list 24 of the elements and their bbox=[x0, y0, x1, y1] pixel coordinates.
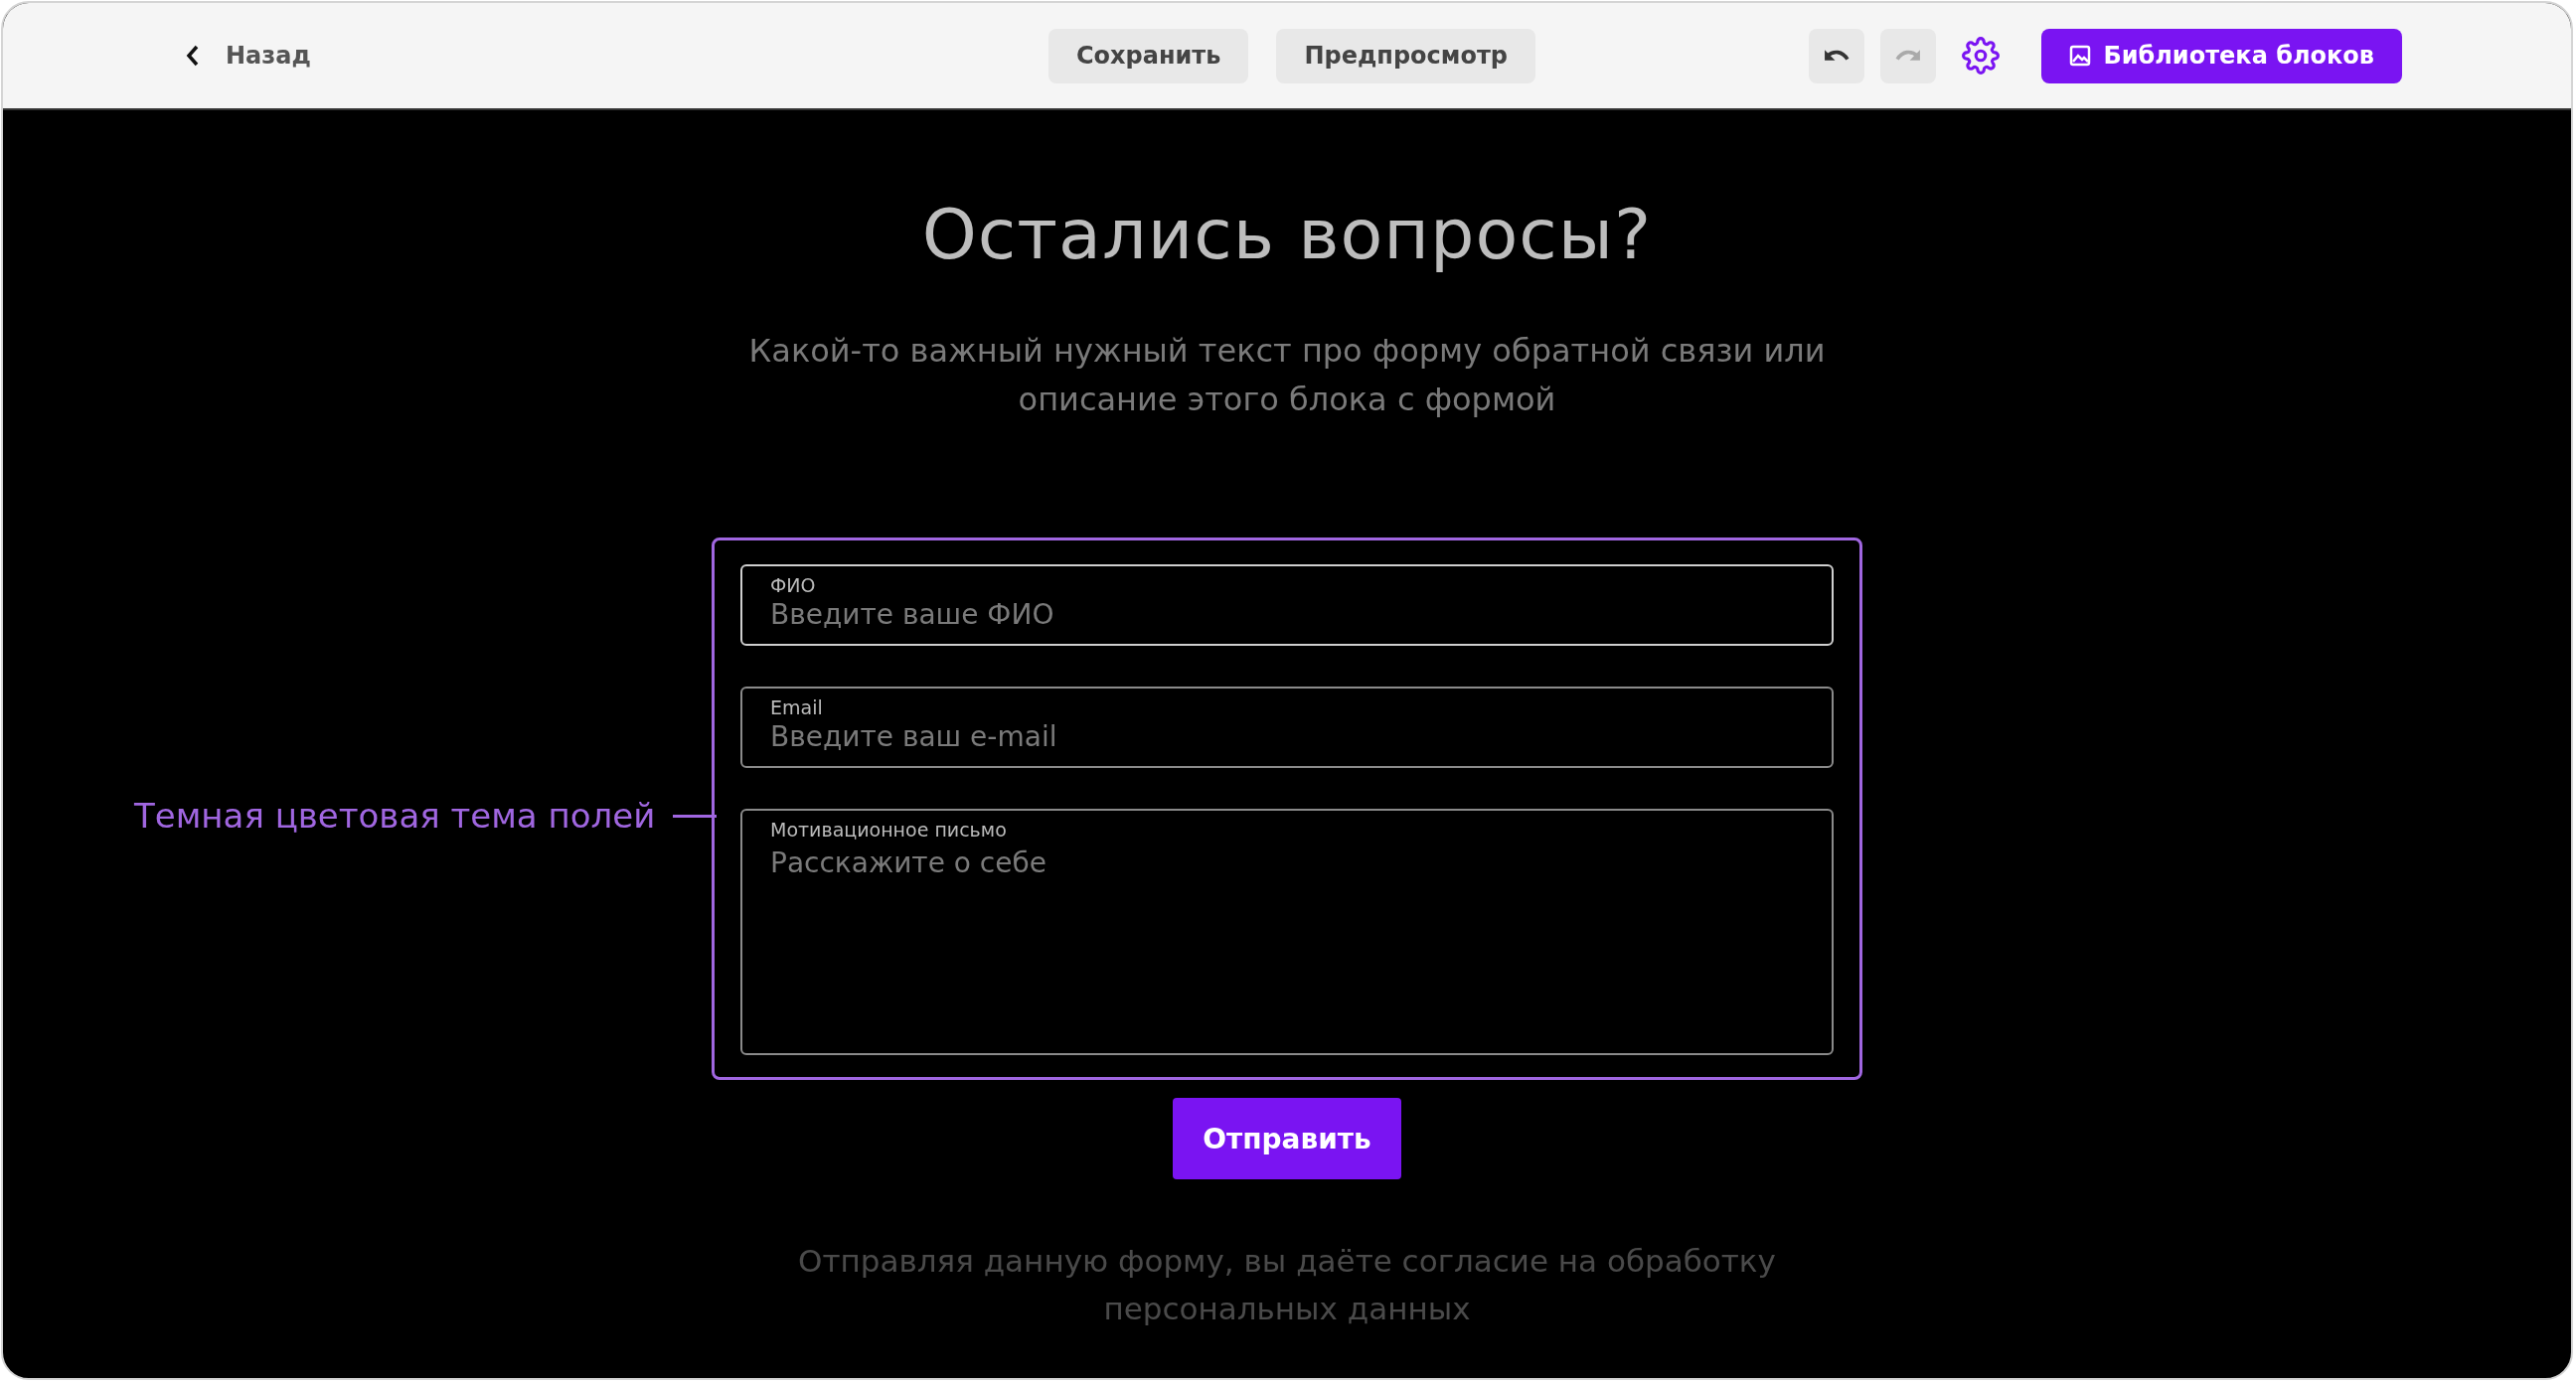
settings-icon[interactable] bbox=[1962, 37, 2001, 75]
submit-button[interactable]: Отправить bbox=[1173, 1098, 1401, 1179]
back-button[interactable]: Назад bbox=[182, 38, 315, 74]
textarea-field[interactable]: Расскажите о себе bbox=[770, 846, 1804, 1043]
undo-button[interactable] bbox=[1809, 28, 1865, 83]
block-library-button[interactable]: Библиотека блоков bbox=[2041, 28, 2402, 83]
section-description: Какой-то важный нужный текст про форму обратной связи или описание этого блока с формой bbox=[747, 331, 1827, 420]
input-field[interactable]: Введите ваш e-mail bbox=[770, 720, 1804, 753]
textarea-frame[interactable]: Мотивационное письмо Расскажите о себе bbox=[740, 809, 1834, 1055]
field-label: ФИО bbox=[770, 574, 817, 596]
toolbar-button[interactable]: Предпросмотр bbox=[1276, 28, 1536, 83]
toolbar-button[interactable]: Сохранить bbox=[1047, 28, 1249, 83]
input-frame[interactable]: Email Введите ваш e-mail bbox=[740, 687, 1834, 768]
field-label: Email bbox=[770, 696, 824, 718]
annotation-text: Темная цветовая тема полей bbox=[134, 796, 656, 836]
input-field[interactable]: Введите ваше ФИО bbox=[770, 598, 1804, 631]
field-label: Мотивационное письмо bbox=[770, 819, 1008, 841]
chevron-left-icon bbox=[186, 45, 200, 67]
undo-icon bbox=[1824, 49, 1851, 63]
consent-text: Отправляя данную форму, вы даёте согласие на обработку персональных данных bbox=[797, 1242, 1777, 1328]
input-frame[interactable]: ФИО Введите ваше ФИО bbox=[740, 564, 1834, 646]
redo-icon bbox=[1895, 49, 1922, 63]
image-icon bbox=[2069, 45, 2092, 67]
section-title: Остались вопросы? bbox=[921, 194, 1653, 275]
